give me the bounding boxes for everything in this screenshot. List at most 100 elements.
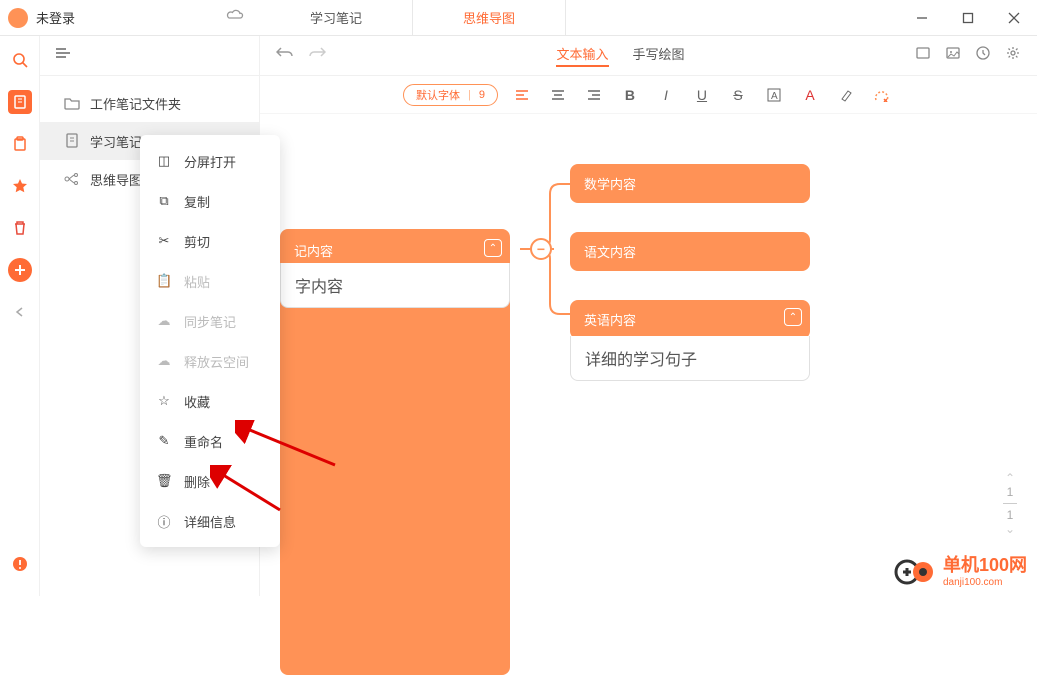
collapse-icon[interactable]: ⌃ <box>784 308 802 326</box>
app-logo[interactable] <box>8 8 28 28</box>
font-name: 默认字体 <box>416 87 460 103</box>
notes-icon[interactable] <box>8 90 32 114</box>
note-icon <box>64 133 80 149</box>
folder-icon <box>64 95 80 111</box>
star-icon[interactable] <box>8 174 32 198</box>
login-status[interactable]: 未登录 <box>36 8 75 27</box>
collapse-icon[interactable]: ⌃ <box>484 239 502 257</box>
trash-icon[interactable] <box>8 216 32 240</box>
mode-text-input[interactable]: 文本输入 <box>556 44 608 67</box>
window-controls <box>899 0 1037 36</box>
settings-icon[interactable] <box>1005 45 1021 66</box>
undo-icon[interactable] <box>276 45 294 66</box>
highlight-icon[interactable] <box>834 83 858 107</box>
page-up-icon[interactable]: ⌃ <box>1003 471 1017 485</box>
tab-study-notes[interactable]: 学习笔记 <box>260 0 412 35</box>
ctx-release-cloud: ☁释放云空间 <box>140 341 280 381</box>
search-icon[interactable] <box>8 48 32 72</box>
paste-icon: 📋 <box>156 273 172 289</box>
redo-icon[interactable] <box>308 45 326 66</box>
tree-folder-work[interactable]: 工作笔记文件夹 <box>40 84 259 122</box>
italic-icon[interactable]: I <box>654 83 678 107</box>
toolbar-right <box>915 45 1021 66</box>
history-controls <box>276 45 326 66</box>
edit-icon: ✎ <box>156 433 172 449</box>
ctx-split-open[interactable]: ◫分屏打开 <box>140 141 280 181</box>
watermark: 单机100网 danji100.com <box>893 551 1027 588</box>
split-icon: ◫ <box>156 153 172 169</box>
clock-icon[interactable] <box>975 45 991 66</box>
node-detail-text: 字内容 <box>295 279 343 296</box>
mindmap-child-chinese[interactable]: 语文内容 <box>570 232 810 271</box>
editor-toolbar: 文本输入 手写绘图 <box>260 36 1037 76</box>
node-title: 语文内容 <box>584 245 636 260</box>
page-indicator: ⌃ 1 1 ⌄ <box>1003 471 1017 536</box>
text-color-icon[interactable]: A <box>798 83 822 107</box>
tree-label: 思维导图 <box>90 170 142 189</box>
close-button[interactable] <box>991 0 1037 36</box>
watermark-domain: danji100.com <box>943 577 1027 588</box>
collapse-sidebar-icon[interactable] <box>8 300 32 324</box>
tree-label: 工作笔记文件夹 <box>90 94 181 113</box>
alert-icon[interactable] <box>8 552 32 576</box>
minimize-button[interactable] <box>899 0 945 36</box>
add-button[interactable] <box>8 258 32 282</box>
titlebar: 未登录 学习笔记 思维导图 <box>0 0 1037 36</box>
input-mode-tabs: 文本输入 手写绘图 <box>556 44 684 67</box>
sidebar-header <box>40 36 259 76</box>
content-area: 文本输入 手写绘图 默认字体 | 9 B I U S A <box>260 36 1037 596</box>
underline-icon[interactable]: U <box>690 83 714 107</box>
mindmap-canvas[interactable]: 记内容 ⌃ 字内容 − 数学内容 语文内容 英语内容 ⌃ 详细的学习句子 <box>260 114 1037 596</box>
left-iconbar <box>0 36 40 596</box>
bold-icon[interactable]: B <box>618 83 642 107</box>
mindmap-root-detail[interactable]: 字内容 <box>280 263 510 308</box>
list-toggle-icon[interactable] <box>54 46 72 65</box>
tab-mindmap[interactable]: 思维导图 <box>412 0 566 35</box>
tree-label: 学习笔记 <box>90 132 142 151</box>
strike-icon[interactable]: S <box>726 83 750 107</box>
align-center-icon[interactable] <box>546 83 570 107</box>
titlebar-left: 未登录 <box>0 8 260 28</box>
page-down-icon[interactable]: ⌄ <box>1003 522 1017 536</box>
clipboard-icon[interactable] <box>8 132 32 156</box>
ctx-sync: ☁同步笔记 <box>140 301 280 341</box>
cloud-icon[interactable] <box>226 8 244 27</box>
format-bar: 默认字体 | 9 B I U S A A <box>260 76 1037 114</box>
font-size: 9 <box>479 89 485 101</box>
font-selector[interactable]: 默认字体 | 9 <box>403 84 498 106</box>
document-tabs: 学习笔记 思维导图 <box>260 0 899 35</box>
page-total: 1 <box>1003 508 1017 522</box>
mindmap-child-english-detail[interactable]: 详细的学习句子 <box>570 336 810 381</box>
text-box-icon[interactable]: A <box>762 83 786 107</box>
star-outline-icon: ☆ <box>156 393 172 409</box>
info-icon: ⓘ <box>156 512 172 531</box>
node-title: 英语内容 <box>584 313 636 328</box>
mode-handwrite[interactable]: 手写绘图 <box>633 44 685 67</box>
annotation-arrow-2 <box>210 465 290 515</box>
svg-text:A: A <box>771 91 778 102</box>
ctx-copy[interactable]: ⧉复制 <box>140 181 280 221</box>
ctx-favorite[interactable]: ☆收藏 <box>140 381 280 421</box>
ctx-paste: 📋粘贴 <box>140 261 280 301</box>
watermark-logo <box>893 554 937 586</box>
clear-format-icon[interactable] <box>870 83 894 107</box>
copy-icon: ⧉ <box>156 193 172 209</box>
page-current: 1 <box>1003 485 1017 499</box>
ctx-cut[interactable]: ✂剪切 <box>140 221 280 261</box>
delete-icon: 🗑 <box>156 473 172 489</box>
maximize-button[interactable] <box>945 0 991 36</box>
cloud-release-icon: ☁ <box>156 353 172 369</box>
image-icon[interactable] <box>945 45 961 66</box>
annotation-arrow-1 <box>235 420 345 470</box>
align-left-icon[interactable] <box>510 83 534 107</box>
mindmap-child-english[interactable]: 英语内容 ⌃ <box>570 300 810 339</box>
node-title: 数学内容 <box>584 177 636 192</box>
card-icon[interactable] <box>915 45 931 66</box>
mindmap-icon <box>64 171 80 187</box>
node-detail-text: 详细的学习句子 <box>585 352 697 369</box>
watermark-brand: 单机100网 <box>943 555 1027 575</box>
mindmap-child-math[interactable]: 数学内容 <box>570 164 810 203</box>
align-right-icon[interactable] <box>582 83 606 107</box>
sync-icon: ☁ <box>156 313 172 329</box>
node-joint-icon[interactable]: − <box>530 238 552 260</box>
